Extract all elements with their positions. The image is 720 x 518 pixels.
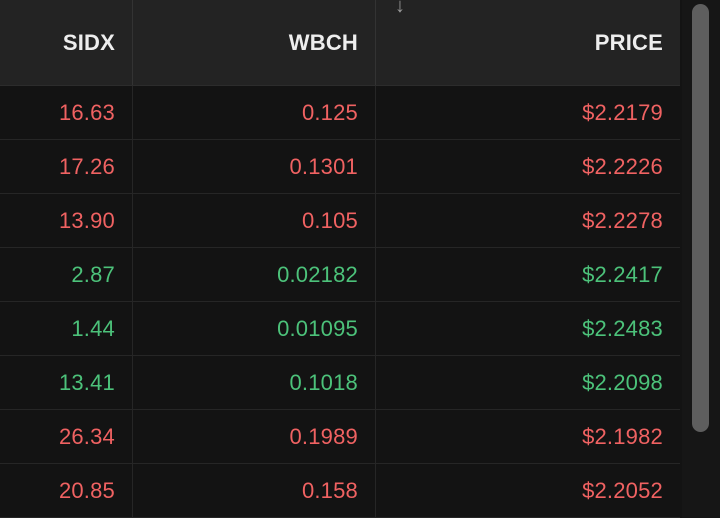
vertical-scrollbar-thumb[interactable] bbox=[692, 4, 709, 432]
sidx-cell: 13.90 bbox=[0, 194, 133, 247]
price-cell: $2.2179 bbox=[582, 99, 663, 125]
wbch-cell: 0.01095 bbox=[133, 302, 376, 355]
price-cell: $2.2417 bbox=[582, 261, 663, 287]
column-header-wbch[interactable]: WBCH bbox=[133, 0, 376, 85]
sidx-cell: 16.63 bbox=[0, 86, 133, 139]
table-row[interactable]: 13.41 0.1018 $2.2098 bbox=[0, 356, 680, 410]
price-cell: $2.1982 bbox=[582, 423, 663, 449]
price-table: SIDX WBCH PRICE 16.63 0.125 $2.2179 17.26 0.… bbox=[0, 0, 680, 518]
price-cell: $2.2098 bbox=[582, 369, 663, 395]
price-cell: $2.2483 bbox=[582, 315, 663, 341]
sidx-cell: 13.41 bbox=[0, 356, 133, 409]
table-row[interactable]: 13.90 0.105 $2.2278 bbox=[0, 194, 680, 248]
wbch-cell: 0.125 bbox=[133, 86, 376, 139]
table-row[interactable]: 26.34 0.1989 $2.1982 bbox=[0, 410, 680, 464]
wbch-cell: 0.105 bbox=[133, 194, 376, 247]
wbch-cell: 0.158 bbox=[133, 464, 376, 517]
table-header: SIDX WBCH PRICE bbox=[0, 0, 680, 86]
wbch-cell: 0.1301 bbox=[133, 140, 376, 193]
sidx-cell: 2.87 bbox=[0, 248, 133, 301]
price-cell: $2.2278 bbox=[582, 207, 663, 233]
sidx-cell: 20.85 bbox=[0, 464, 133, 517]
wbch-cell: 0.1989 bbox=[133, 410, 376, 463]
table-row[interactable]: 17.26 0.1301 $2.2226 bbox=[0, 140, 680, 194]
table-row[interactable]: 16.63 0.125 $2.2179 bbox=[0, 86, 680, 140]
data-table-view: SIDX WBCH PRICE 16.63 0.125 $2.2179 17.26 0.… bbox=[0, 0, 720, 518]
sidx-cell: 26.34 bbox=[0, 410, 133, 463]
table-row[interactable]: 20.85 0.158 $2.2052 bbox=[0, 464, 680, 518]
sidx-cell: 17.26 bbox=[0, 140, 133, 193]
column-header-price[interactable]: PRICE bbox=[376, 0, 680, 85]
wbch-cell: 0.1018 bbox=[133, 356, 376, 409]
arrow-down-icon[interactable]: ↓ bbox=[390, 0, 410, 16]
price-cell: $2.2226 bbox=[582, 153, 663, 179]
table-row[interactable]: 2.87 0.02182 $2.2417 bbox=[0, 248, 680, 302]
price-cell: $2.2052 bbox=[582, 477, 663, 503]
column-header-sidx[interactable]: SIDX bbox=[0, 0, 133, 85]
table-body: 16.63 0.125 $2.2179 17.26 0.1301 $2.2226 13.90… bbox=[0, 86, 680, 518]
sidx-cell: 1.44 bbox=[0, 302, 133, 355]
table-row[interactable]: 1.44 0.01095 $2.2483 bbox=[0, 302, 680, 356]
wbch-cell: 0.02182 bbox=[133, 248, 376, 301]
